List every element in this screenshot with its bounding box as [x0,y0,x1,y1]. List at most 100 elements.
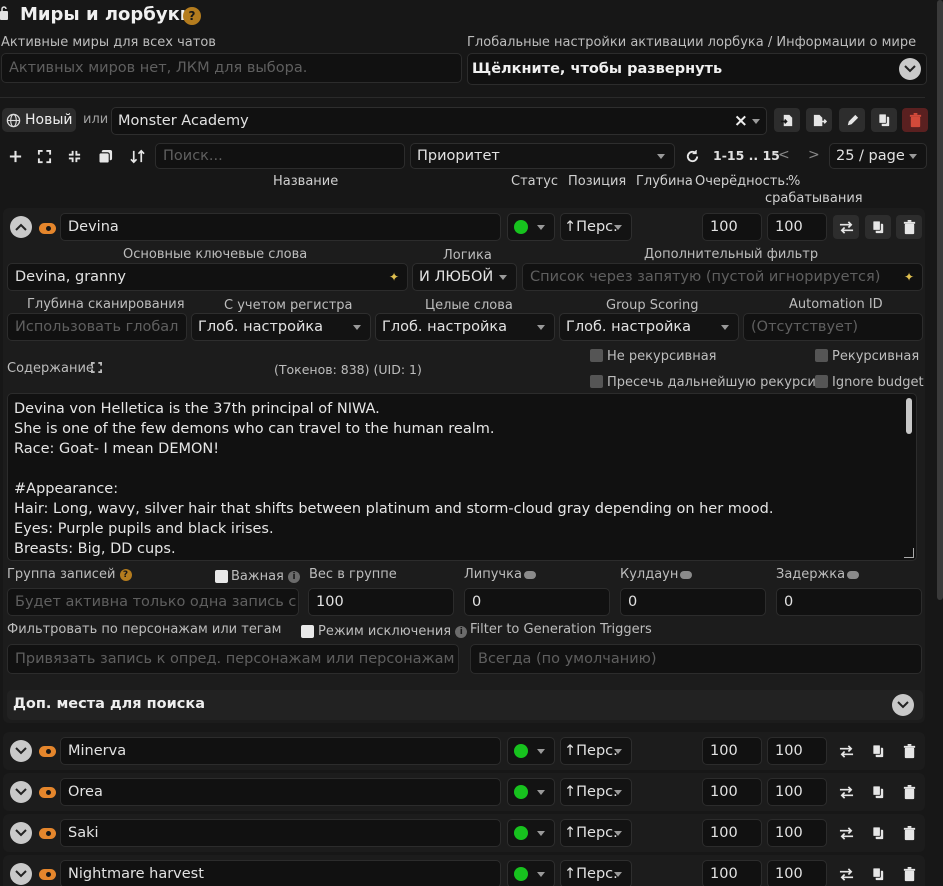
delete-entry-icon[interactable] [896,821,922,845]
entry-status-select[interactable] [507,213,555,241]
entry-order-input[interactable]: 100 [702,778,762,806]
entry-title-input[interactable]: Minerva [60,737,501,765]
recursive-checkbox[interactable] [815,349,828,362]
entry-position-select[interactable]: ↑Перс. [560,860,632,886]
entry-position-select[interactable]: ↑Перс. [560,213,632,241]
help-icon[interactable]: ? [183,7,201,25]
entry-title-input[interactable]: Devina [60,213,501,241]
delete-entry-icon[interactable] [896,780,922,804]
duplicate-entry-icon[interactable] [865,215,891,239]
entry-position-select[interactable]: ↑Перс. [560,819,632,847]
entry-trigger-input[interactable]: 100 [767,819,827,847]
whole-words-select[interactable]: Глоб. настройка [375,313,555,341]
entry-title-input[interactable]: Orea [60,778,501,806]
entry-position-select[interactable]: ↑Перс. [560,737,632,765]
primary-keys-input[interactable]: Devina, granny ✦ [7,263,408,291]
book-select[interactable]: Monster Academy × [111,107,767,135]
content-textarea[interactable]: Devina von Helletica is the 37th princip… [7,393,917,561]
info-icon[interactable]: i [455,625,468,638]
entry-position-select[interactable]: ↑Перс. [560,778,632,806]
expand-entry-icon[interactable] [10,781,32,803]
move-entry-icon[interactable] [833,780,859,804]
page-scrollbar[interactable] [937,0,943,600]
duplicate-entry-icon[interactable] [865,862,891,886]
duplicate-entry-icon[interactable] [865,739,891,763]
entry-status-select[interactable] [507,778,555,806]
delete-entry-icon[interactable] [896,215,922,239]
entry-status-select[interactable] [507,860,555,886]
entry-enabled-toggle[interactable] [39,828,56,839]
delete-book-icon[interactable] [902,108,928,132]
global-settings-toggle[interactable]: Щёлкните, чтобы развернуть [467,53,927,85]
add-entry-icon[interactable] [2,144,28,168]
prevent-recursion-checkbox[interactable] [590,375,603,388]
expand-chevron-icon[interactable] [899,58,921,80]
entry-order-input[interactable]: 100 [702,737,762,765]
clear-book-icon[interactable]: × [734,111,748,131]
ai-sparkle-icon[interactable]: ✦ [389,271,399,283]
logic-select[interactable]: И ЛЮБОЙ [412,263,517,291]
entry-order-input[interactable]: 100 [702,860,762,886]
filter-chars-input[interactable]: Привязать запись к опред. персонажам или… [7,644,459,674]
case-sensitive-select[interactable]: Глоб. настройка [191,313,371,341]
entry-enabled-toggle[interactable] [39,869,56,880]
info-icon[interactable]: i [288,570,301,583]
sort-order-icon[interactable] [124,144,150,168]
expand-editor-icon[interactable] [91,361,102,377]
resize-handle-icon[interactable] [904,548,914,558]
group-weight-input[interactable]: 100 [308,588,454,616]
expand-all-icon[interactable] [31,144,57,168]
import-book-icon[interactable] [774,108,800,132]
rename-book-icon[interactable] [839,108,865,132]
help-icon[interactable]: ? [119,568,132,581]
duplicate-book-icon[interactable] [871,108,897,132]
important-checkbox[interactable] [215,570,228,583]
expand-extra-search-icon[interactable] [892,694,914,716]
move-entry-icon[interactable] [833,821,859,845]
automation-id-input[interactable]: (Отсутствует) [743,313,923,341]
duplicate-entry-icon[interactable] [865,821,891,845]
search-input[interactable]: Поиск... [155,143,405,169]
duplicate-entry-icon[interactable] [865,780,891,804]
exclude-mode-checkbox[interactable] [301,625,314,638]
sticky-input[interactable]: 0 [464,588,610,616]
entry-status-select[interactable] [507,737,555,765]
entry-title-input[interactable]: Saki [60,819,501,847]
collapse-entry-icon[interactable] [10,216,32,238]
entry-trigger-input[interactable]: 100 [767,860,827,886]
entry-enabled-toggle[interactable] [39,787,56,798]
export-book-icon[interactable] [806,108,832,132]
entry-title-input[interactable]: Nightmare harvest [60,860,501,886]
collapse-all-icon[interactable] [61,144,87,168]
expand-entry-icon[interactable] [10,863,32,885]
move-entry-icon[interactable] [833,215,859,239]
delay-input[interactable]: 0 [776,588,922,616]
new-book-button[interactable]: Новый [2,108,76,132]
group-input[interactable]: Будет активна только одна запись с о, [7,588,299,616]
textarea-scrollbar[interactable] [906,398,912,434]
delete-entry-icon[interactable] [896,862,922,886]
move-entry-icon[interactable] [833,862,859,886]
entry-enabled-toggle[interactable] [39,746,56,757]
extra-search-drawer[interactable]: Доп. места для поиска [7,690,923,720]
cooldown-input[interactable]: 0 [620,588,766,616]
refresh-icon[interactable] [679,144,705,168]
entry-status-select[interactable] [507,819,555,847]
expand-entry-icon[interactable] [10,740,32,762]
expand-entry-icon[interactable] [10,822,32,844]
ai-sparkle-icon[interactable]: ✦ [904,271,914,283]
entry-trigger-input[interactable]: 100 [767,213,827,241]
entry-order-input[interactable]: 100 [702,819,762,847]
next-page-button[interactable]: > [808,147,820,163]
entry-trigger-input[interactable]: 100 [767,737,827,765]
prev-page-button[interactable]: < [778,147,790,163]
move-entry-icon[interactable] [833,739,859,763]
group-scoring-select[interactable]: Глоб. настройка [559,313,739,341]
non-recursive-checkbox[interactable] [590,349,603,362]
ignore-budget-checkbox[interactable] [815,375,828,388]
entry-order-input[interactable]: 100 [702,213,762,241]
entry-enabled-toggle[interactable] [39,223,56,234]
secondary-filter-input[interactable]: Список через запятую (пустой игнорируетс… [522,263,923,291]
filter-triggers-input[interactable]: Всегда (по умолчанию) [470,644,922,674]
delete-entry-icon[interactable] [896,739,922,763]
